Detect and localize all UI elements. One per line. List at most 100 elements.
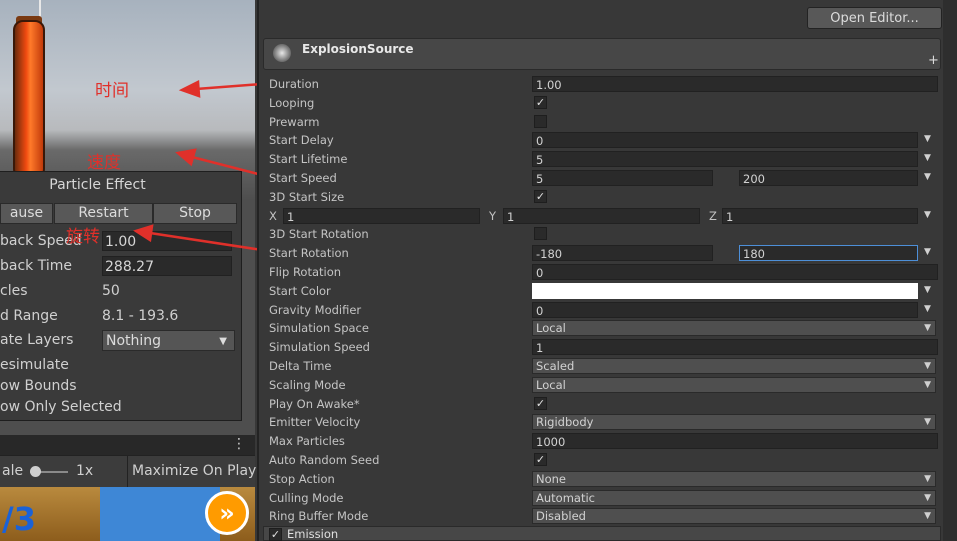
toolbar-divider [127,456,128,488]
start-size-y-field[interactable]: 1 [503,208,700,224]
simulate-layers-dropdown[interactable]: Nothing ▼ [102,330,235,351]
resimulate-option[interactable]: esimulate [0,357,69,373]
start-color-swatch[interactable] [532,283,918,299]
ring-buffer-mode-dropdown[interactable]: Disabled ▼ [532,508,936,524]
culling-mode-dropdown[interactable]: Automatic ▼ [532,490,936,506]
3d-start-size-checkbox[interactable]: ✓ [534,190,547,203]
start-rotation-min-field[interactable]: -180 [532,245,713,261]
start-rotation-label: Start Rotation [269,246,349,260]
chevron-down-icon: ▼ [924,361,931,371]
delta-time-value: Scaled [536,359,575,373]
chevron-down-icon: ▼ [924,474,931,484]
chevron-down-icon: ▼ [924,511,931,521]
culling-mode-label: Culling Mode [269,491,344,505]
show-only-selected-option[interactable]: ow Only Selected [0,399,122,415]
speed-range-label: d Range [0,308,58,324]
start-speed-min-field[interactable]: 5 [532,170,713,186]
start-rotation-mode-dropdown-icon[interactable]: ▼ [924,247,931,257]
emitter-velocity-value: Rigidbody [536,415,594,429]
start-lifetime-field[interactable]: 5 [532,151,918,167]
simulate-layers-label: ate Layers [0,332,74,348]
arrow-rotation-line [149,231,263,252]
chevron-down-icon: ▼ [924,323,931,333]
gravity-modifier-mode-dropdown-icon[interactable]: ▼ [924,304,931,314]
ring-buffer-mode-value: Disabled [536,509,586,523]
chevron-down-icon: ▼ [219,336,227,347]
start-delay-label: Start Delay [269,133,334,147]
culling-mode-value: Automatic [536,491,595,505]
arrow-time-head [178,80,201,98]
play-on-awake-label: Play On Awake* [269,397,360,411]
show-bounds-option[interactable]: ow Bounds [0,378,77,394]
start-lifetime-mode-dropdown-icon[interactable]: ▼ [924,153,931,163]
max-particles-field[interactable]: 1000 [532,433,938,449]
3d-start-rotation-checkbox[interactable] [534,227,547,240]
3d-start-size-label: 3D Start Size [269,190,345,204]
flip-rotation-field[interactable]: 0 [532,264,938,280]
start-speed-label: Start Speed [269,171,337,185]
delta-time-dropdown[interactable]: Scaled ▼ [532,358,936,374]
start-size-y-label: Y [489,209,497,223]
emission-module-header[interactable] [263,526,941,541]
simulation-space-dropdown[interactable]: Local ▼ [532,320,936,336]
simulation-space-label: Simulation Space [269,321,369,335]
start-size-x-label: X [269,209,277,223]
flip-rotation-label: Flip Rotation [269,265,342,279]
3d-start-rotation-label: 3D Start Rotation [269,227,369,241]
stop-action-label: Stop Action [269,472,335,486]
arrow-speed-line [191,155,263,177]
delta-time-label: Delta Time [269,359,332,373]
inspector-scrollbar[interactable] [943,0,957,541]
simulation-speed-label: Simulation Speed [269,340,370,354]
arrow-speed-head [175,148,197,167]
start-speed-max-field[interactable]: 200 [739,170,918,186]
open-editor-button[interactable]: Open Editor... [807,7,942,29]
simulation-speed-field[interactable]: 1 [532,339,938,355]
emission-label: Emission [287,527,339,541]
scaling-mode-value: Local [536,378,566,392]
play-on-awake-checkbox[interactable]: ✓ [534,397,547,410]
scaling-mode-label: Scaling Mode [269,378,346,392]
stop-action-dropdown[interactable]: None ▼ [532,471,936,487]
add-icon[interactable]: + [928,53,939,68]
duration-field[interactable]: 1.00 [532,76,938,92]
start-color-mode-dropdown-icon[interactable]: ▼ [924,285,931,295]
maximize-on-play-toggle[interactable]: Maximize On Play [132,463,256,479]
prewarm-label: Prewarm [269,115,320,129]
emitter-velocity-dropdown[interactable]: Rigidbody ▼ [532,414,936,430]
arrow-rotation-head [133,224,154,243]
stop-action-value: None [536,472,567,486]
particles-value: 50 [102,283,120,299]
particle-system-icon [273,44,291,62]
scale-slider-thumb[interactable] [30,466,41,477]
start-delay-field[interactable]: 0 [532,132,918,148]
start-size-z-field[interactable]: 1 [722,208,918,224]
emitter-velocity-label: Emitter Velocity [269,415,361,429]
chevron-down-icon: ▼ [924,493,931,503]
start-rotation-max-field[interactable]: 180 [739,245,918,261]
start-size-mode-dropdown-icon[interactable]: ▼ [924,210,931,220]
start-color-label: Start Color [269,284,331,298]
more-menu-icon[interactable]: ⋮ [232,436,246,452]
gravity-modifier-field[interactable]: 0 [532,302,918,318]
fast-forward-icon[interactable]: » [205,491,249,535]
speed-range-value: 8.1 - 193.6 [102,308,179,324]
game-toolbar: ale 1x Maximize On Play [0,455,256,488]
auto-random-seed-checkbox[interactable]: ✓ [534,453,547,466]
duration-label: Duration [269,77,319,91]
start-delay-mode-dropdown-icon[interactable]: ▼ [924,134,931,144]
looping-label: Looping [269,96,315,110]
prewarm-checkbox[interactable] [534,115,547,128]
simulation-space-value: Local [536,321,566,335]
arrow-time-line [195,82,263,91]
playback-time-label: back Time [0,258,72,274]
start-lifetime-label: Start Lifetime [269,152,348,166]
scaling-mode-dropdown[interactable]: Local ▼ [532,377,936,393]
emission-checkbox[interactable]: ✓ [269,528,282,541]
auto-random-seed-label: Auto Random Seed [269,453,380,467]
start-speed-mode-dropdown-icon[interactable]: ▼ [924,172,931,182]
chevron-down-icon: ▼ [924,380,931,390]
start-size-x-field[interactable]: 1 [283,208,480,224]
looping-checkbox[interactable]: ✓ [534,96,547,109]
particles-label: cles [0,283,28,299]
